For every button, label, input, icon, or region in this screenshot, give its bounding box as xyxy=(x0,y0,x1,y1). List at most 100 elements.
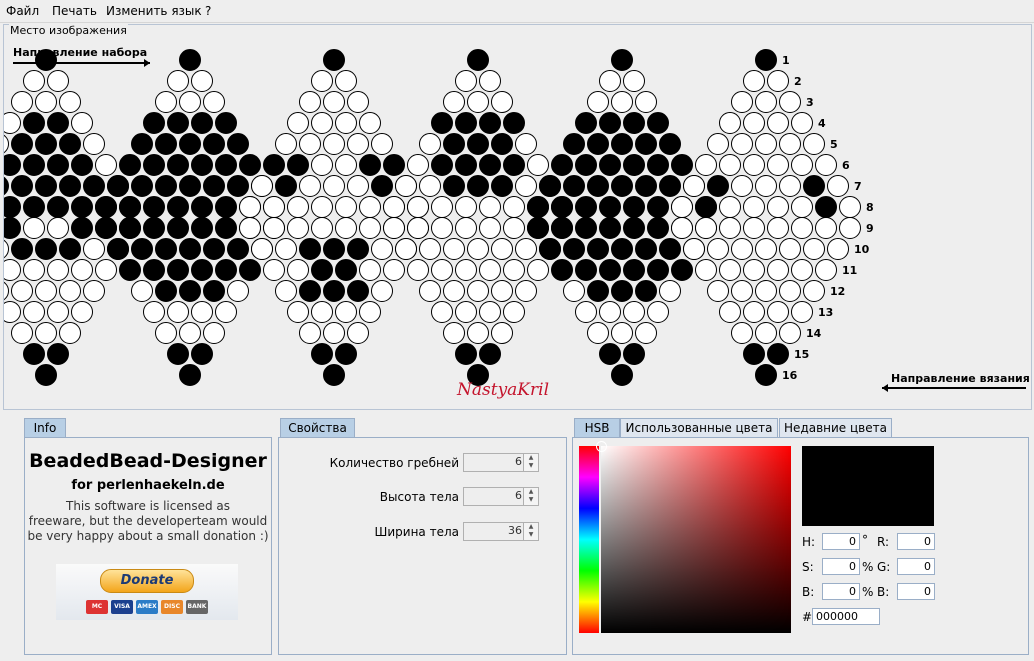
bead[interactable] xyxy=(323,280,345,302)
bead[interactable] xyxy=(191,196,213,218)
bead[interactable] xyxy=(767,259,789,281)
bead[interactable] xyxy=(443,91,465,113)
bead[interactable] xyxy=(503,112,525,134)
bead[interactable] xyxy=(743,343,765,365)
bead[interactable] xyxy=(599,154,621,176)
bead[interactable] xyxy=(335,154,357,176)
bead[interactable] xyxy=(275,133,297,155)
bead[interactable] xyxy=(287,112,309,134)
bead[interactable] xyxy=(503,196,525,218)
bead[interactable] xyxy=(743,154,765,176)
bead[interactable] xyxy=(455,301,477,323)
bead[interactable] xyxy=(443,280,465,302)
bead[interactable] xyxy=(539,238,561,260)
bead[interactable] xyxy=(695,196,717,218)
spinner-up-icon[interactable]: ▲ xyxy=(524,454,538,462)
bead[interactable] xyxy=(491,91,513,113)
bead[interactable] xyxy=(23,70,45,92)
bead[interactable] xyxy=(755,238,777,260)
bead[interactable] xyxy=(143,196,165,218)
bead[interactable] xyxy=(587,91,609,113)
bead[interactable] xyxy=(671,259,693,281)
bead[interactable] xyxy=(503,259,525,281)
bead[interactable] xyxy=(467,280,489,302)
bead[interactable] xyxy=(563,238,585,260)
bead[interactable] xyxy=(491,133,513,155)
bead[interactable] xyxy=(215,154,237,176)
bead[interactable] xyxy=(407,217,429,239)
bead[interactable] xyxy=(803,133,825,155)
bead[interactable] xyxy=(95,154,117,176)
bead[interactable] xyxy=(647,217,669,239)
bead[interactable] xyxy=(803,175,825,197)
bead[interactable] xyxy=(191,217,213,239)
bead[interactable] xyxy=(227,133,249,155)
bead[interactable] xyxy=(623,196,645,218)
bead[interactable] xyxy=(683,238,705,260)
bead[interactable] xyxy=(443,238,465,260)
bead[interactable] xyxy=(431,301,453,323)
bead[interactable] xyxy=(263,217,285,239)
bead[interactable] xyxy=(731,133,753,155)
bead[interactable] xyxy=(95,259,117,281)
bead[interactable] xyxy=(263,154,285,176)
bead[interactable] xyxy=(707,280,729,302)
bead[interactable] xyxy=(167,70,189,92)
bead[interactable] xyxy=(215,259,237,281)
bead[interactable] xyxy=(4,301,21,323)
bead[interactable] xyxy=(335,70,357,92)
bead[interactable] xyxy=(719,154,741,176)
bead[interactable] xyxy=(203,322,225,344)
bead[interactable] xyxy=(671,154,693,176)
bead[interactable] xyxy=(719,112,741,134)
bead[interactable] xyxy=(4,154,21,176)
bead[interactable] xyxy=(59,322,81,344)
bead[interactable] xyxy=(455,259,477,281)
bead[interactable] xyxy=(611,91,633,113)
bead[interactable] xyxy=(431,217,453,239)
bead[interactable] xyxy=(611,133,633,155)
bead[interactable] xyxy=(323,322,345,344)
bead[interactable] xyxy=(155,280,177,302)
tab-hsb[interactable]: HSB xyxy=(574,418,620,437)
bead[interactable] xyxy=(575,259,597,281)
body-width-value[interactable]: 36 xyxy=(508,524,522,537)
bead[interactable] xyxy=(635,238,657,260)
bead[interactable] xyxy=(59,175,81,197)
bead[interactable] xyxy=(215,196,237,218)
bead[interactable] xyxy=(731,91,753,113)
bead[interactable] xyxy=(287,301,309,323)
bead[interactable] xyxy=(23,196,45,218)
bead[interactable] xyxy=(287,196,309,218)
bead[interactable] xyxy=(467,49,489,71)
bead[interactable] xyxy=(491,280,513,302)
bead[interactable] xyxy=(71,217,93,239)
bead[interactable] xyxy=(323,364,345,386)
bead[interactable] xyxy=(191,154,213,176)
bead[interactable] xyxy=(743,196,765,218)
bead[interactable] xyxy=(323,175,345,197)
bead[interactable] xyxy=(647,196,669,218)
bead[interactable] xyxy=(479,112,501,134)
bead[interactable] xyxy=(11,238,33,260)
bead[interactable] xyxy=(155,133,177,155)
bead[interactable] xyxy=(23,217,45,239)
tab-used-colors[interactable]: Использованные цвета xyxy=(620,418,778,437)
b-input[interactable]: 0 xyxy=(822,583,860,600)
bead[interactable] xyxy=(131,175,153,197)
bead[interactable] xyxy=(599,301,621,323)
bead[interactable] xyxy=(635,322,657,344)
bead[interactable] xyxy=(779,175,801,197)
bead[interactable] xyxy=(647,259,669,281)
bead[interactable] xyxy=(803,238,825,260)
bead[interactable] xyxy=(587,175,609,197)
r-input[interactable]: 0 xyxy=(897,533,935,550)
spinner-up-icon[interactable]: ▲ xyxy=(524,488,538,496)
bead[interactable] xyxy=(479,217,501,239)
bead[interactable] xyxy=(227,238,249,260)
bead[interactable] xyxy=(755,133,777,155)
bead[interactable] xyxy=(659,175,681,197)
bead[interactable] xyxy=(515,133,537,155)
bead[interactable] xyxy=(479,259,501,281)
bead[interactable] xyxy=(479,70,501,92)
